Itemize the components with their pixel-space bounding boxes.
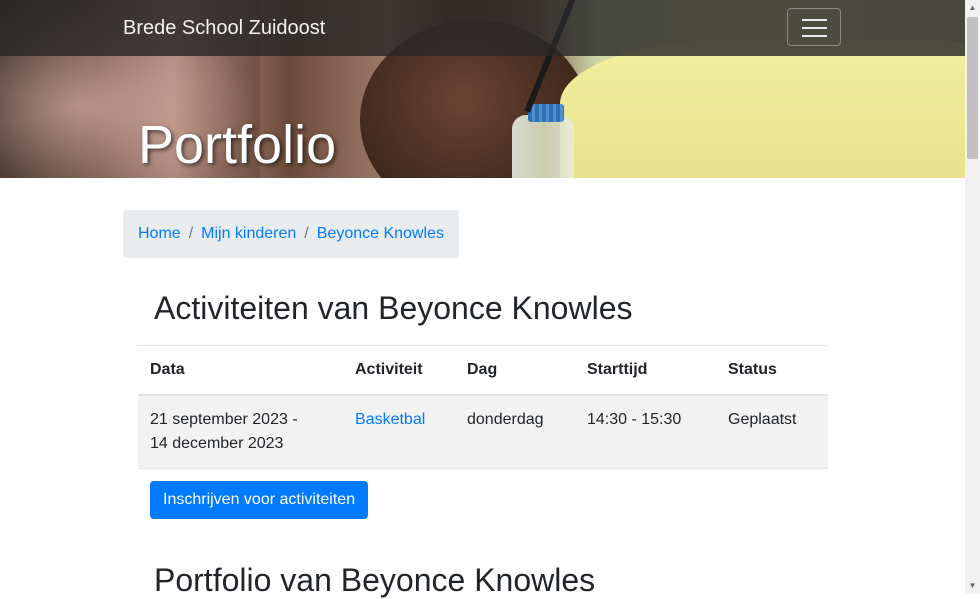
hero-photo-bottle	[512, 115, 574, 178]
date-range-end: 14 december 2023	[150, 435, 284, 452]
portfolio-heading: Portfolio van Beyonce Knowles	[154, 562, 596, 598]
scrollbar-thumb[interactable]	[967, 17, 978, 159]
column-header-status: Status	[716, 345, 828, 396]
column-header-starttijd: Starttijd	[575, 345, 716, 396]
top-navbar: Brede School Zuidoost	[0, 0, 965, 56]
breadcrumb-separator: /	[304, 225, 309, 242]
column-header-dag: Dag	[455, 345, 575, 396]
table-header-row: Data Activiteit Dag Starttijd Status	[138, 345, 828, 396]
cell-data: 21 september 2023 - 14 december 2023	[138, 395, 343, 469]
cell-status: Geplaatst	[716, 395, 828, 469]
cell-dag: donderdag	[455, 395, 575, 469]
breadcrumb-mijn-kinderen[interactable]: Mijn kinderen	[201, 225, 296, 243]
column-header-data: Data	[138, 345, 343, 396]
page-scrollbar[interactable]: ▲ ▼	[965, 0, 980, 594]
date-range-start: 21 september 2023 -	[150, 411, 298, 428]
breadcrumb-separator: /	[188, 225, 194, 242]
page-title: Portfolio	[138, 115, 337, 175]
cell-starttijd: 14:30 - 15:30	[575, 395, 716, 469]
enroll-activities-button[interactable]: Inschrijven voor activiteiten	[150, 481, 369, 519]
activities-heading: Activiteiten van Beyonce Knowles	[154, 290, 633, 326]
activities-table: Data Activiteit Dag Starttijd Status 21 …	[138, 345, 828, 469]
hamburger-menu-icon	[802, 27, 827, 29]
hero-photo-bottle-cap	[528, 104, 564, 122]
hamburger-menu-button[interactable]	[787, 8, 841, 46]
cell-activiteit: Basketbal	[343, 395, 455, 469]
table-row: 21 september 2023 - 14 december 2023 Bas…	[138, 395, 828, 469]
hero-photo-shirt	[560, 40, 965, 178]
brand-link[interactable]: Brede School Zuidoost	[123, 17, 325, 40]
column-header-activiteit: Activiteit	[343, 345, 455, 396]
hamburger-menu-icon	[802, 35, 827, 37]
hamburger-menu-icon	[802, 19, 827, 21]
hero-banner: Brede School Zuidoost Portfolio	[0, 0, 965, 178]
activity-link[interactable]: Basketbal	[355, 411, 425, 428]
breadcrumb-home[interactable]: Home	[138, 225, 181, 243]
scroll-down-arrow-icon[interactable]: ▼	[965, 580, 980, 592]
breadcrumb-child-name[interactable]: Beyonce Knowles	[317, 225, 444, 243]
breadcrumb: Home / Mijn kinderen / Beyonce Knowles	[123, 210, 459, 258]
scroll-up-arrow-icon[interactable]: ▲	[965, 2, 980, 14]
